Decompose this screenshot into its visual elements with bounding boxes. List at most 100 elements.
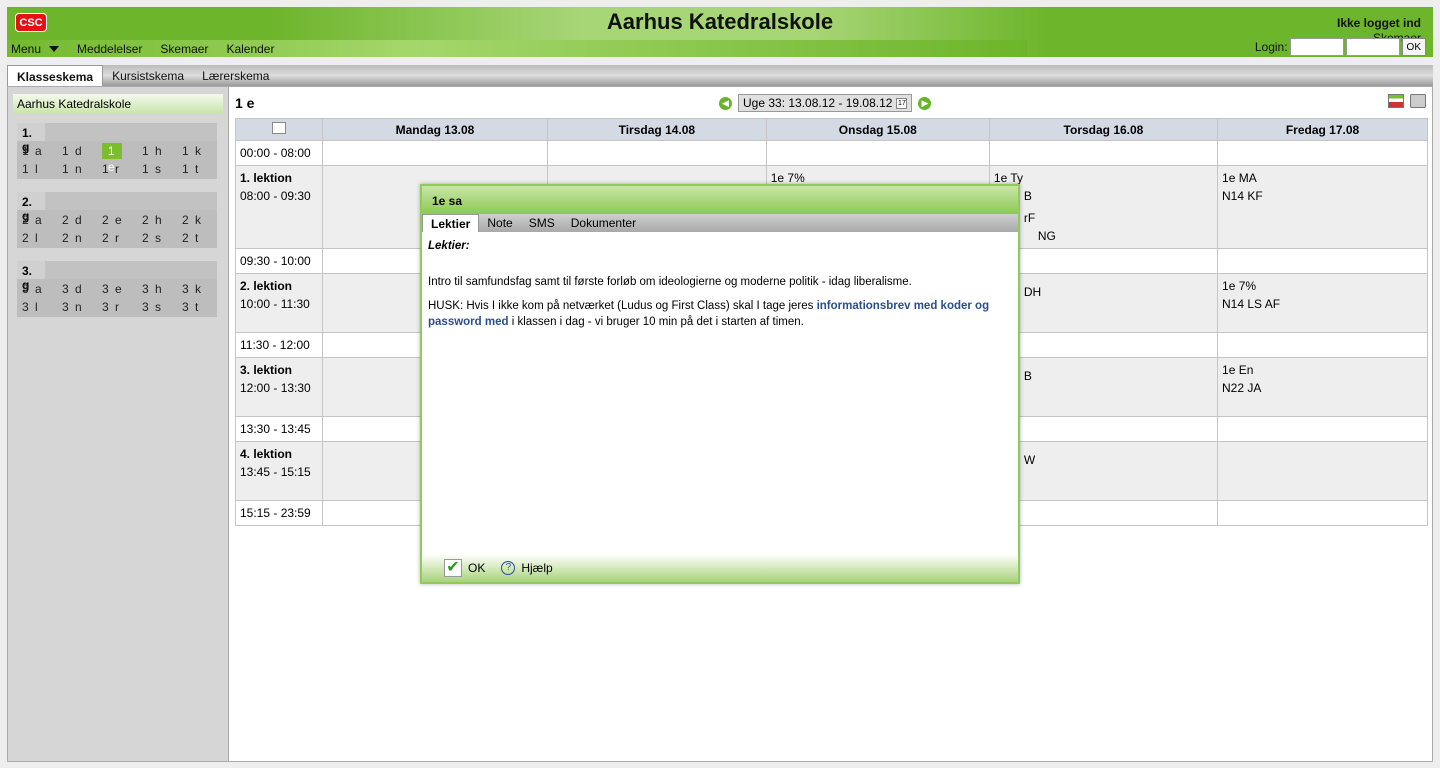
class-link[interactable]: 1 d <box>62 143 102 159</box>
class-link[interactable]: 1 a <box>22 143 62 159</box>
slot-cell <box>1217 248 1428 274</box>
day-header: Onsdag 15.08 <box>765 118 990 141</box>
nav-kalender[interactable]: Kalender <box>226 42 274 56</box>
class-link[interactable]: 3 k <box>182 281 222 297</box>
class-grid: 3 a 3 d 3 e 3 h 3 k 3 l 3 n 3 r 3 s 3 t <box>17 279 217 317</box>
group-label: 2. g <box>17 192 45 223</box>
class-link[interactable]: 2 n <box>62 230 102 246</box>
lesson-cell[interactable]: 1e Ty BrF NG <box>988 165 1219 249</box>
password-field[interactable] <box>1345 38 1400 56</box>
lesson-cell[interactable]: W <box>988 441 1219 501</box>
lesson-time-cell: 4. lektion 13:45 - 15:15 <box>235 441 323 501</box>
class-link[interactable]: 2 l <box>22 230 62 246</box>
slot-cell <box>322 140 548 166</box>
dialog-title[interactable]: 1e sa <box>422 186 1018 214</box>
csc-logo[interactable]: CSC <box>15 13 47 32</box>
print-icon[interactable] <box>1410 94 1426 108</box>
time-cell: 09:30 - 10:00 <box>235 248 323 274</box>
prev-week-arrow-icon[interactable]: ◀ <box>719 96 732 110</box>
username-field[interactable] <box>1289 38 1344 56</box>
class-link[interactable]: 3 t <box>182 299 222 315</box>
class-link[interactable]: 2 a <box>22 212 62 228</box>
class-link[interactable]: 3 a <box>22 281 62 297</box>
class-link[interactable]: 2 k <box>182 212 222 228</box>
tab-dokumenter[interactable]: Dokumenter <box>563 214 644 232</box>
lesson-entry-partial: B <box>1023 369 1032 383</box>
sidebar-school-name: Aarhus Katedralskole <box>13 94 223 114</box>
class-link[interactable]: 3 r <box>102 299 142 315</box>
class-link[interactable]: 1 t <box>182 161 222 177</box>
lesson-time-cell: 3. lektion 12:00 - 13:30 <box>235 357 323 417</box>
nav-skemaer[interactable]: Skemaer <box>160 42 208 56</box>
time-cell: 13:30 - 13:45 <box>235 416 323 442</box>
week-selector[interactable]: Uge 33: 13.08.12 - 19.08.12 17 <box>738 94 913 112</box>
day-header: Torsdag 16.08 <box>988 118 1219 141</box>
class-link[interactable]: 2 h <box>142 212 182 228</box>
class-link[interactable]: 1 r <box>102 161 142 177</box>
header-bar: CSC Ikke logget ind Skemaer Menu Meddele… <box>7 7 1433 57</box>
lesson-entry: 1e Ty <box>993 171 1024 185</box>
login-label: Login: <box>1254 40 1288 54</box>
class-link-selected[interactable]: 1 e <box>102 143 122 174</box>
login-ok-button[interactable]: OK <box>1401 38 1426 56</box>
class-sidebar: Aarhus Katedralskole 1. g 1 a 1 d 1 e 1 … <box>8 87 229 761</box>
class-link[interactable]: 3 l <box>22 299 62 315</box>
lesson-cell[interactable]: 1e MA N14 KF <box>1217 165 1428 249</box>
class-link[interactable]: 2 d <box>62 212 102 228</box>
lesson-time: 08:00 - 09:30 <box>240 189 311 203</box>
tab-note[interactable]: Note <box>479 214 520 232</box>
class-link[interactable]: 1 l <box>22 161 62 177</box>
goto-calendar-icon[interactable] <box>272 122 286 134</box>
tab-sms[interactable]: SMS <box>521 214 563 232</box>
week-label: Uge 33: 13.08.12 - 19.08.12 <box>743 96 893 110</box>
ok-button[interactable]: OK <box>468 561 485 575</box>
login-status: Ikke logget ind <box>1336 16 1421 30</box>
class-link[interactable]: 1 s <box>142 161 182 177</box>
schedule-class-name: 1 e <box>235 95 255 111</box>
class-link[interactable]: 3 s <box>142 299 182 315</box>
nav-meddelelser[interactable]: Meddelelser <box>77 42 142 56</box>
class-link[interactable]: 3 n <box>62 299 102 315</box>
class-link[interactable]: 3 h <box>142 281 182 297</box>
group-label: 1. g <box>17 123 45 154</box>
group-label: 3. g <box>17 261 45 292</box>
lesson-entry-partial: B <box>1023 189 1032 203</box>
help-icon[interactable]: ? <box>501 561 516 575</box>
tab-kursistskema[interactable]: Kursistskema <box>103 65 193 86</box>
class-link[interactable]: 2 t <box>182 230 222 246</box>
slot-cell <box>546 140 767 166</box>
main-nav: Menu Meddelelser Skemaer Kalender <box>11 42 292 56</box>
class-link[interactable]: 2 s <box>142 230 182 246</box>
class-link[interactable]: 3 d <box>62 281 102 297</box>
slot-cell <box>1217 500 1428 526</box>
lesson-cell[interactable]: 1e En N22 JA <box>1217 357 1428 417</box>
lesson-entry-partial: NG <box>1037 229 1056 243</box>
homework-heading: Lektier: <box>428 240 470 252</box>
help-button[interactable]: Hjælp <box>521 561 552 575</box>
lesson-label: 4. lektion <box>240 447 293 461</box>
export-calendar-icon[interactable] <box>1388 94 1404 108</box>
tab-klasseskema[interactable]: Klasseskema <box>7 65 104 86</box>
lesson-cell[interactable]: 1e 7% N14 LS AF <box>1217 273 1428 333</box>
time-cell: 15:15 - 23:59 <box>235 500 323 526</box>
login-form: Login: OK <box>1255 38 1426 56</box>
tab-lektier[interactable]: Lektier <box>422 214 480 232</box>
slot-cell <box>988 416 1219 442</box>
lesson-time-cell: 2. lektion 10:00 - 11:30 <box>235 273 323 333</box>
lesson-cell[interactable]: B <box>988 357 1219 417</box>
class-link[interactable]: 3 e <box>102 281 142 297</box>
class-link[interactable]: 1 n <box>62 161 102 177</box>
class-link[interactable]: 1 h <box>142 143 182 159</box>
class-link[interactable]: 2 r <box>102 230 142 246</box>
class-link[interactable]: 1 k <box>182 143 222 159</box>
next-week-arrow-icon[interactable]: ▶ <box>918 96 932 110</box>
slot-cell <box>988 248 1219 274</box>
lesson-cell[interactable] <box>1217 441 1428 501</box>
ok-check-icon[interactable]: ✔ <box>444 559 462 577</box>
tab-laererskema[interactable]: Lærerskema <box>193 65 278 86</box>
class-link[interactable]: 2 e <box>102 212 142 228</box>
class-grid: 1 a 1 d 1 e 1 h 1 k 1 l 1 n 1 r 1 s 1 t <box>17 141 217 179</box>
menu-button[interactable]: Menu <box>11 42 60 56</box>
lesson-cell[interactable]: DH <box>988 273 1219 333</box>
schedule-tabs: Klasseskema Kursistskema Lærerskema <box>7 65 1433 86</box>
